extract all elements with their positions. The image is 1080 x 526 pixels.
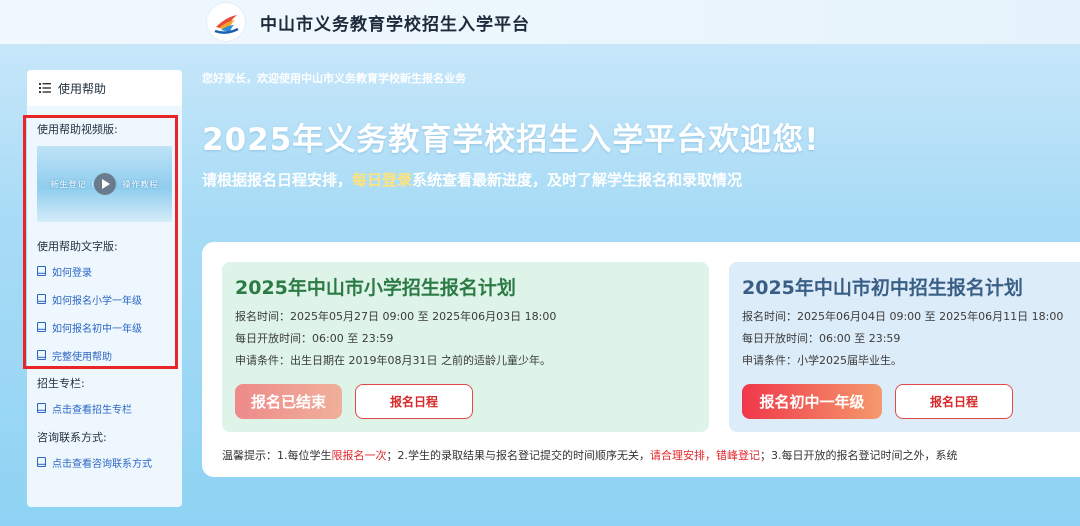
card-title: 2025年中山市初中招生报名计划 bbox=[742, 277, 1023, 299]
middle-school-plan-card: 2025年中山市初中招生报名计划 报名时间：2025年06月04日 09:00 … bbox=[729, 262, 1080, 432]
text-help-title: 使用帮助文字版: bbox=[37, 240, 118, 253]
card-title: 2025年中山市小学招生报名计划 bbox=[235, 277, 516, 299]
tips-part-2: ；2.学生的录取结果与报名登记提交的时间顺序无关， bbox=[386, 449, 651, 462]
help-link-label: 如何报名小学一年级 bbox=[52, 295, 142, 307]
hero-subtitle-pre: 请根据报名日程安排， bbox=[202, 171, 353, 189]
top-header: 中山市义务教育学校招生入学平台 bbox=[0, 0, 1080, 44]
book-icon bbox=[37, 457, 46, 467]
book-icon bbox=[37, 403, 46, 413]
primary-school-plan-card: 2025年中山市小学招生报名计划 报名时间：2025年05月27日 09:00 … bbox=[222, 262, 709, 432]
contact-link[interactable]: 点击查看咨询联系方式 bbox=[37, 455, 152, 470]
enrollment-column-link-label: 点击查看招生专栏 bbox=[52, 404, 132, 416]
play-icon[interactable] bbox=[94, 173, 116, 195]
video-help-title: 使用帮助视频版: bbox=[37, 123, 118, 136]
tips-part-3: ；3.每日开放的报名登记时间之外，系统 bbox=[760, 449, 958, 462]
help-link-full-guide[interactable]: 完整使用帮助 bbox=[37, 348, 112, 363]
hero-subtitle-highlight: 每日登录 bbox=[352, 171, 413, 189]
registration-time: 报名时间：2025年06月04日 09:00 至 2025年06月11日 18:… bbox=[742, 310, 1064, 323]
tips-red-1: 限报名一次 bbox=[331, 449, 387, 462]
book-icon bbox=[37, 350, 46, 360]
greeting-text: 您好家长，欢迎使用中山市义务教育学校新生报名业务 bbox=[202, 72, 466, 85]
registration-time: 报名时间：2025年05月27日 09:00 至 2025年06月03日 18:… bbox=[235, 310, 557, 323]
help-link-login[interactable]: 如何登录 bbox=[37, 264, 92, 279]
hero-subtitle: 请根据报名日程安排，每日登录系统查看最新进度，及时了解学生报名和录取情况 bbox=[202, 169, 742, 190]
site-logo-icon[interactable] bbox=[207, 3, 245, 41]
help-video-thumbnail[interactable]: 新生登记（小学）操作教程 bbox=[37, 146, 172, 222]
application-condition: 申请条件：小学2025届毕业生。 bbox=[742, 354, 902, 367]
contact-link-label: 点击查看咨询联系方式 bbox=[52, 458, 152, 470]
sidebar-header-label: 使用帮助 bbox=[58, 82, 107, 96]
tips-red-2: 请合理安排，错峰登记 bbox=[650, 449, 760, 462]
registration-schedule-button[interactable]: 报名日程 bbox=[355, 384, 473, 419]
register-middle-school-button[interactable]: 报名初中一年级 bbox=[742, 384, 882, 419]
daily-open-hours: 每日开放时间：06:00 至 23:59 bbox=[742, 332, 901, 345]
help-link-primary-register[interactable]: 如何报名小学一年级 bbox=[37, 292, 142, 307]
registration-ended-button[interactable]: 报名已结束 bbox=[235, 384, 342, 419]
application-condition: 申请条件：出生日期在 2019年08月31日 之前的适龄儿童少年。 bbox=[235, 354, 551, 367]
help-link-label: 如何报名初中一年级 bbox=[52, 323, 142, 335]
book-icon bbox=[37, 266, 46, 276]
enrollment-column-link[interactable]: 点击查看招生专栏 bbox=[37, 401, 132, 416]
book-icon bbox=[37, 322, 46, 332]
site-title: 中山市义务教育学校招生入学平台 bbox=[260, 15, 530, 35]
help-sidebar: 使用帮助 使用帮助视频版: 新生登记（小学）操作教程 使用帮助文字版: 如何登录… bbox=[27, 70, 182, 507]
book-icon bbox=[37, 294, 46, 304]
warm-tips: 温馨提示：1.每位学生限报名一次；2.学生的录取结果与报名登记提交的时间顺序无关… bbox=[222, 447, 958, 463]
registration-schedule-button[interactable]: 报名日程 bbox=[895, 384, 1013, 419]
help-link-middle-register[interactable]: 如何报名初中一年级 bbox=[37, 320, 142, 335]
menu-list-icon bbox=[39, 83, 51, 93]
daily-open-hours: 每日开放时间：06:00 至 23:59 bbox=[235, 332, 394, 345]
hero-subtitle-post: 系统查看最新进度，及时了解学生报名和录取情况 bbox=[412, 171, 743, 189]
help-link-label: 如何登录 bbox=[52, 267, 92, 279]
sidebar-header[interactable]: 使用帮助 bbox=[27, 70, 182, 106]
hero-title: 2025年义务教育学校招生入学平台欢迎您! bbox=[202, 122, 820, 158]
enrollment-column-title: 招生专栏: bbox=[37, 377, 85, 390]
help-link-label: 完整使用帮助 bbox=[52, 351, 112, 363]
contact-title: 咨询联系方式: bbox=[37, 431, 107, 444]
tips-part-1: 温馨提示：1.每位学生 bbox=[222, 449, 332, 462]
